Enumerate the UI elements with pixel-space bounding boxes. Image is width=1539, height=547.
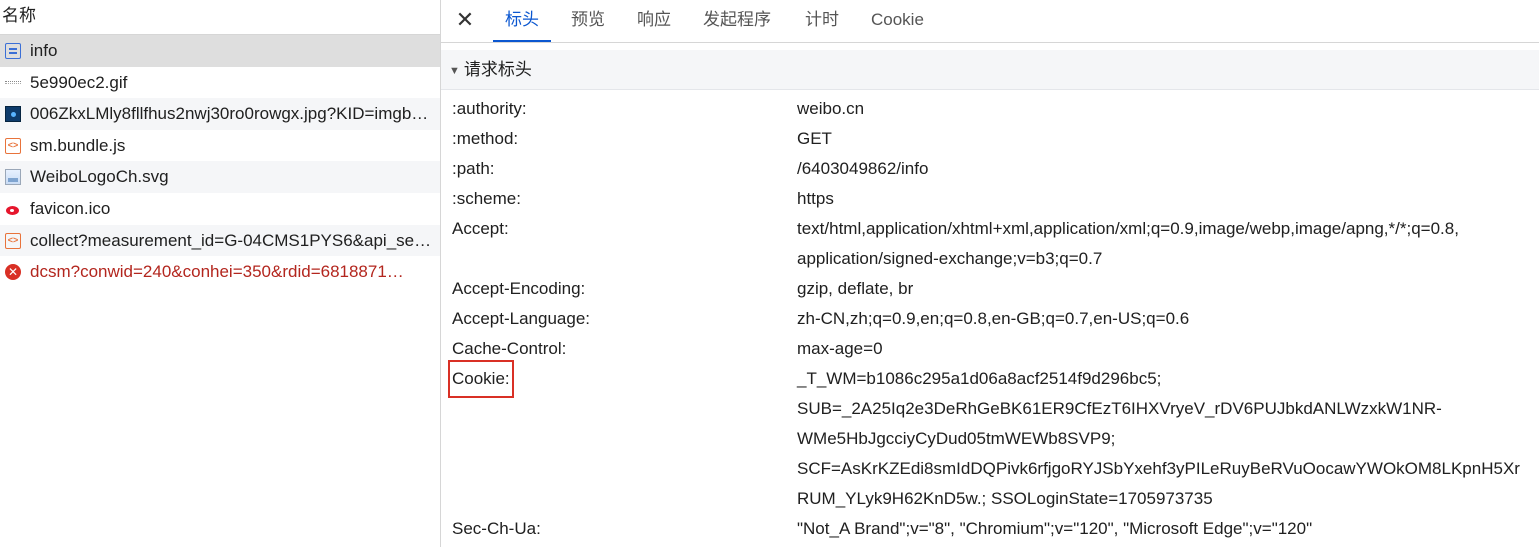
header-value: /6403049862/info bbox=[797, 159, 929, 178]
request-name: favicon.ico bbox=[30, 198, 111, 218]
header-value: https bbox=[797, 189, 834, 208]
request-name: 006ZkxLMly8fllfhus2nwj30ro0rowgx.jpg?KID… bbox=[30, 104, 440, 124]
header-name: Cookie: bbox=[448, 360, 514, 398]
request-name: 5e990ec2.gif bbox=[30, 72, 128, 92]
request-headers-list: :authority: weibo.cn :method: GET :path: /640… bbox=[441, 94, 1539, 544]
details-tab-bar: ✕ 标头 预览 响应 发起程序 计时 Cookie bbox=[441, 0, 1539, 43]
section-title: 请求标头 bbox=[463, 60, 532, 79]
header-row: Sec-Ch-Ua: "Not_A Brand";v="8", "Chromium… bbox=[441, 514, 1539, 544]
request-details-panel: ✕ 标头 预览 响应 发起程序 计时 Cookie ▼ 请求标头 :authori… bbox=[441, 0, 1539, 547]
header-row: :method: GET bbox=[441, 124, 1539, 154]
header-row: Accept: text/html,application/xhtml+xml,a… bbox=[441, 214, 1539, 274]
header-name: Accept-Encoding: bbox=[452, 279, 586, 298]
request-list-panel: 名称 info 5e990ec2.gif 006ZkxLMly8fllfhus2… bbox=[0, 0, 441, 547]
header-row: Accept-Encoding: gzip, deflate, br bbox=[441, 274, 1539, 304]
request-row-info[interactable]: info bbox=[0, 35, 440, 67]
svg-icon bbox=[5, 169, 21, 186]
header-value: text/html,application/xhtml+xml,applicat… bbox=[797, 219, 1459, 268]
document-icon bbox=[5, 43, 21, 59]
header-row: :scheme: https bbox=[441, 184, 1539, 214]
header-row: :authority: weibo.cn bbox=[441, 94, 1539, 124]
request-headers-section-header[interactable]: ▼ 请求标头 bbox=[441, 50, 1539, 90]
tab-headers[interactable]: 标头 bbox=[493, 0, 551, 42]
weibo-icon bbox=[5, 201, 21, 217]
header-name: :scheme: bbox=[452, 189, 521, 208]
header-name: Accept: bbox=[452, 219, 509, 238]
request-row-collect[interactable]: <> collect?measurement_id=G-04CMS1PYS6&a… bbox=[0, 224, 440, 257]
request-name: dcsm?conwid=240&conhei=350&rdid=6818871… bbox=[30, 262, 404, 282]
request-name: WeiboLogoCh.svg bbox=[30, 167, 169, 187]
image-icon bbox=[5, 106, 21, 123]
tab-cookies[interactable]: Cookie bbox=[859, 0, 936, 42]
request-row-bundle-js[interactable]: <> sm.bundle.js bbox=[0, 130, 440, 162]
tab-initiator[interactable]: 发起程序 bbox=[691, 0, 783, 42]
request-row-favicon[interactable]: favicon.ico bbox=[0, 193, 440, 225]
header-value: zh-CN,zh;q=0.9,en;q=0.8,en-GB;q=0.7,en-U… bbox=[797, 309, 1190, 328]
header-name: :path: bbox=[452, 159, 495, 178]
request-name: collect?measurement_id=G-04CMS1PYS6&api_… bbox=[30, 230, 440, 250]
gif-icon bbox=[5, 80, 21, 84]
header-value: GET bbox=[797, 129, 832, 148]
header-name: :method: bbox=[452, 129, 519, 148]
header-row: :path: /6403049862/info bbox=[441, 154, 1539, 184]
request-row-gif[interactable]: 5e990ec2.gif bbox=[0, 67, 440, 99]
header-value: weibo.cn bbox=[797, 99, 865, 118]
close-icon[interactable]: ✕ bbox=[453, 9, 477, 33]
tab-preview[interactable]: 预览 bbox=[559, 0, 617, 42]
header-name: :authority: bbox=[452, 99, 527, 118]
request-row-jpg[interactable]: 006ZkxLMly8fllfhus2nwj30ro0rowgx.jpg?KID… bbox=[0, 98, 440, 130]
header-row: Accept-Language: zh-CN,zh;q=0.9,en;q=0.8,… bbox=[441, 304, 1539, 334]
header-name: Accept-Language: bbox=[452, 309, 590, 328]
header-row: Cookie: _T_WM=b1086c295a1d06a8acf2514f9d2… bbox=[441, 360, 1539, 514]
header-value: gzip, deflate, br bbox=[797, 279, 914, 298]
tab-timing[interactable]: 计时 bbox=[793, 0, 851, 42]
header-value: "Not_A Brand";v="8", "Chromium";v="120",… bbox=[797, 519, 1313, 538]
header-name: Cache-Control: bbox=[452, 339, 567, 358]
script-icon: <> bbox=[5, 137, 21, 154]
error-icon: ✕ bbox=[5, 264, 21, 281]
tab-response[interactable]: 响应 bbox=[625, 0, 683, 42]
request-name: sm.bundle.js bbox=[30, 135, 126, 155]
request-name: info bbox=[30, 41, 58, 60]
triangle-down-icon: ▼ bbox=[449, 65, 460, 77]
script-icon: <> bbox=[5, 232, 21, 249]
header-value: _T_WM=b1086c295a1d06a8acf2514f9d296bc5; … bbox=[797, 369, 1520, 508]
name-column-header[interactable]: 名称 bbox=[0, 0, 440, 35]
header-value: max-age=0 bbox=[797, 339, 883, 358]
request-row-dcsm[interactable]: ✕ dcsm?conwid=240&conhei=350&rdid=681887… bbox=[0, 256, 440, 288]
request-row-svg[interactable]: WeiboLogoCh.svg bbox=[0, 161, 440, 193]
header-row: Cache-Control: max-age=0 bbox=[441, 334, 1539, 364]
header-name: Sec-Ch-Ua: bbox=[452, 519, 541, 538]
